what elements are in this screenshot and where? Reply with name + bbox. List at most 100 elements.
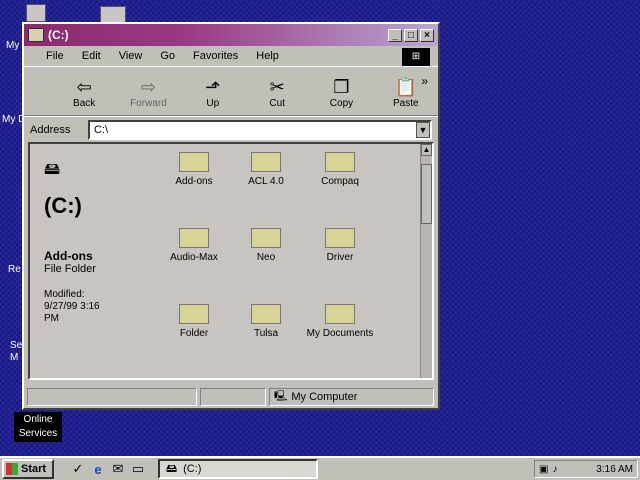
vertical-scrollbar[interactable]: ▲ [420, 144, 432, 378]
folder-icon [325, 228, 355, 248]
back-label: Back [73, 98, 96, 109]
status-cell [27, 388, 197, 406]
taskbar: Start ✓ e ✉ ▭ 🖴 (C:) ▣ ♪ 3:16 AM [0, 456, 640, 480]
menu-bar: File Edit View Go Favorites Help [24, 46, 438, 66]
explorer-window: (C:) _ □ × File Edit View Go Favorites H… [22, 22, 440, 410]
folder-item[interactable]: My Documents [300, 304, 380, 339]
paste-icon: 📋 [394, 77, 418, 97]
folder-item[interactable]: Tulsa [226, 304, 306, 339]
desktop-label[interactable]: Re [8, 264, 21, 275]
up-folder-icon: ⬏ [205, 77, 221, 97]
menu-view[interactable]: View [119, 50, 143, 62]
folder-item[interactable]: ACL 4.0 [226, 152, 306, 187]
folder-item[interactable]: Folder [154, 304, 234, 339]
system-tray: ▣ ♪ 3:16 AM [534, 460, 638, 478]
speaker-icon[interactable]: ♪ [552, 464, 557, 475]
folder-label: Compaq [321, 176, 359, 187]
status-cell: 🖳 My Computer [269, 388, 434, 406]
forward-label: Forward [130, 98, 167, 109]
forward-arrow-icon: ⇨ [140, 77, 157, 97]
task-button[interactable]: 🖴 (C:) [158, 459, 318, 479]
start-button[interactable]: Start [2, 459, 54, 479]
computer-icon: 🖳 [274, 390, 288, 402]
minimize-button[interactable]: _ [388, 28, 402, 42]
folder-label: Folder [179, 328, 209, 339]
check-icon[interactable]: ✓ [68, 461, 88, 477]
modified-time: PM [44, 313, 59, 324]
cut-button[interactable]: ✂ Cut [245, 76, 309, 109]
address-input[interactable]: C:\ ▼ [88, 119, 432, 140]
start-label: Start [21, 463, 47, 475]
folder-label: Neo [256, 252, 276, 263]
menu-go[interactable]: Go [160, 50, 175, 62]
menu-favorites[interactable]: Favorites [193, 50, 238, 62]
folder-icon [179, 152, 209, 172]
quick-launch: ✓ e ✉ ▭ [68, 461, 148, 477]
back-arrow-icon: ⇦ [76, 77, 92, 97]
scroll-up-icon[interactable]: ▲ [421, 144, 432, 156]
title-bar[interactable]: (C:) _ □ × [24, 24, 438, 46]
drive-icon: 🖴 [44, 161, 61, 178]
envelope-icon[interactable]: ✉ [108, 461, 128, 477]
menu-help[interactable]: Help [256, 50, 279, 62]
folder-icon [325, 152, 355, 172]
close-button[interactable]: × [420, 28, 434, 42]
back-button[interactable]: ⇦ Back [52, 76, 116, 109]
up-label: Up [206, 98, 220, 109]
paste-label: Paste [393, 98, 419, 109]
folder-label: Audio-Max [170, 252, 218, 263]
folder-icon [179, 304, 209, 324]
address-value: C:\ [94, 123, 109, 136]
address-label: Address [30, 123, 71, 136]
copy-icon: ❐ [333, 77, 350, 97]
cut-label: Cut [269, 98, 285, 109]
folder-icon [251, 152, 281, 172]
desktop-icon[interactable] [26, 4, 46, 22]
folder-label: My Documents [306, 328, 374, 339]
folder-item[interactable]: Add-ons [154, 152, 234, 187]
windows-logo-icon [6, 463, 18, 475]
modified-date: 9/27/99 3:16 [44, 301, 100, 312]
selected-item-name: Add-ons [44, 249, 93, 263]
browser-icon[interactable]: e [88, 462, 108, 477]
paste-button[interactable]: 📋 Paste [374, 76, 438, 109]
copy-button[interactable]: ❐ Copy [309, 76, 373, 109]
tray-icon[interactable]: ▣ [539, 464, 548, 475]
status-bar: 🖳 My Computer [24, 386, 438, 408]
scissors-icon: ✂ [269, 77, 285, 97]
folder-label: Tulsa [253, 328, 279, 339]
copy-label: Copy [329, 98, 354, 109]
folder-item[interactable]: Audio-Max [154, 228, 234, 263]
status-cell [200, 388, 266, 406]
folder-label: Driver [326, 252, 354, 263]
selected-item-type: File Folder [44, 263, 96, 275]
folder-item[interactable]: Driver [300, 228, 380, 263]
scroll-thumb[interactable] [421, 164, 432, 224]
menu-edit[interactable]: Edit [82, 50, 101, 62]
window-title: (C:) [48, 28, 69, 42]
folder-label: ACL 4.0 [248, 176, 284, 187]
maximize-button[interactable]: □ [404, 28, 418, 42]
forward-button[interactable]: ⇨ Forward [116, 76, 180, 109]
windows-logo-icon: ⊞ [402, 48, 430, 66]
menu-file[interactable]: File [46, 50, 64, 62]
chevron-down-icon[interactable]: ▼ [416, 121, 430, 138]
online-services-label[interactable]: Online Services [14, 412, 62, 442]
info-pane: 🖴 (C:) Add-ons File Folder Modified: 9/2… [44, 158, 154, 325]
folder-icon [179, 228, 209, 248]
drive-icon [28, 28, 44, 42]
desktop-icon[interactable]: ▭ [128, 461, 148, 477]
desktop-label[interactable]: Se M [10, 340, 22, 364]
desktop-label[interactable]: My [6, 40, 19, 51]
folder-item[interactable]: Compaq [300, 152, 380, 187]
toolbar: ⇦ Back ⇨ Forward ⬏ Up ✂ Cut ❐ Copy 📋 Pas… [24, 66, 438, 116]
folder-icon [251, 304, 281, 324]
clock[interactable]: 3:16 AM [596, 464, 633, 475]
up-button[interactable]: ⬏ Up [181, 76, 245, 109]
drive-label: (C:) [44, 193, 82, 218]
folder-label: Add-ons [175, 176, 213, 187]
folder-view: 🖴 (C:) Add-ons File Folder Modified: 9/2… [28, 142, 434, 380]
status-text: My Computer [291, 391, 358, 403]
toolbar-overflow-icon[interactable]: » [421, 74, 428, 88]
folder-item[interactable]: Neo [226, 228, 306, 263]
